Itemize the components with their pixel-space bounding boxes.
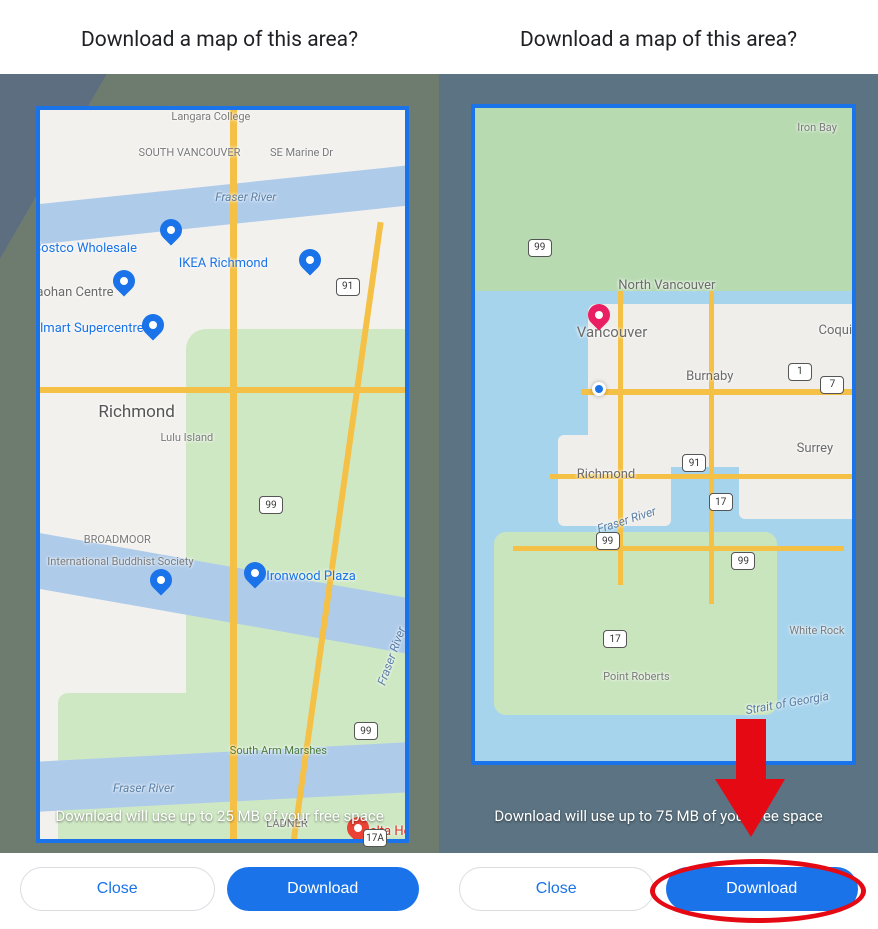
dialog-button-row: Close Download (0, 853, 439, 929)
dialog-button-row: Close Download (439, 853, 878, 929)
download-selection-frame[interactable]: Iron Bay North Vancouver Vancouver Burna… (471, 104, 856, 765)
label-surrey: Surrey (797, 441, 834, 456)
close-button[interactable]: Close (459, 867, 654, 911)
highway-shield-icon: 91 (336, 278, 360, 296)
highway-shield-icon: 7 (820, 376, 844, 394)
download-button[interactable]: Download (227, 867, 420, 911)
label-ikea: IKEA Richmond (179, 256, 268, 271)
label-fraser-river-top: Fraser River (215, 190, 276, 204)
label-richmond: Richmond (577, 467, 635, 482)
label-buddhist: International Buddhist Society (47, 555, 193, 568)
label-fraser-river-bottom: Fraser River (113, 781, 174, 795)
current-location-icon (592, 382, 606, 396)
label-point-roberts: Point Roberts (603, 670, 670, 683)
highway-shield-icon: 99 (731, 552, 755, 570)
label-walmart: Walmart Supercentre (40, 321, 144, 336)
label-broadmoor: BROADMOOR (84, 533, 151, 546)
label-lulu: Lulu Island (160, 431, 213, 444)
label-ironwood: Ironwood Plaza (266, 569, 356, 584)
label-costco: Costco Wholesale (40, 241, 137, 256)
label-vancouver: Vancouver (577, 323, 648, 341)
label-yaohan: Yaohan Centre (40, 285, 114, 300)
highway-shield-icon: 17 (603, 630, 627, 648)
highway-shield-icon: 99 (528, 239, 552, 257)
storage-usage-text: Download will use up to 25 MB of your fr… (0, 807, 439, 825)
label-coquitlam: Coquitl (819, 323, 852, 338)
highway-shield-icon: 1 (788, 363, 812, 381)
highway-shield-icon: 17A (363, 829, 387, 847)
highway-shield-icon: 91 (682, 454, 706, 472)
map-content: Iron Bay North Vancouver Vancouver Burna… (475, 108, 852, 761)
highway-shield-icon: 17 (709, 493, 733, 511)
right-screenshot: Download a map of this area? Iron Bay (439, 0, 878, 929)
label-north-vancouver: North Vancouver (618, 278, 715, 293)
highway-shield-icon: 99 (354, 722, 378, 740)
close-button[interactable]: Close (20, 867, 215, 911)
label-se-marine: SE Marine Dr (270, 146, 333, 159)
map-viewport[interactable]: Iron Bay North Vancouver Vancouver Burna… (439, 74, 878, 853)
highway-shield-icon: 99 (596, 532, 620, 550)
label-south-vancouver: SOUTH VANCOUVER (139, 146, 241, 159)
label-south-arm: South Arm Marshes (230, 744, 327, 757)
label-iron-bay: Iron Bay (797, 121, 837, 134)
map-viewport[interactable]: Langara College SOUTH VANCOUVER SE Marin… (0, 74, 439, 853)
dialog-title: Download a map of this area? (0, 0, 439, 74)
annotation-arrow-icon (710, 719, 790, 839)
download-selection-frame[interactable]: Langara College SOUTH VANCOUVER SE Marin… (36, 106, 409, 843)
label-burnaby: Burnaby (686, 369, 733, 384)
dialog-title: Download a map of this area? (439, 0, 878, 74)
highway-shield-icon: 99 (259, 496, 283, 514)
label-richmond: Richmond (98, 402, 174, 422)
storage-usage-text: Download will use up to 75 MB of your fr… (439, 807, 878, 825)
label-langara: Langara College (171, 110, 250, 123)
download-button[interactable]: Download (666, 867, 859, 911)
map-content: Langara College SOUTH VANCOUVER SE Marin… (40, 110, 405, 839)
label-white-rock: White Rock (789, 624, 844, 637)
left-screenshot: Download a map of this area? Langara Col… (0, 0, 439, 929)
